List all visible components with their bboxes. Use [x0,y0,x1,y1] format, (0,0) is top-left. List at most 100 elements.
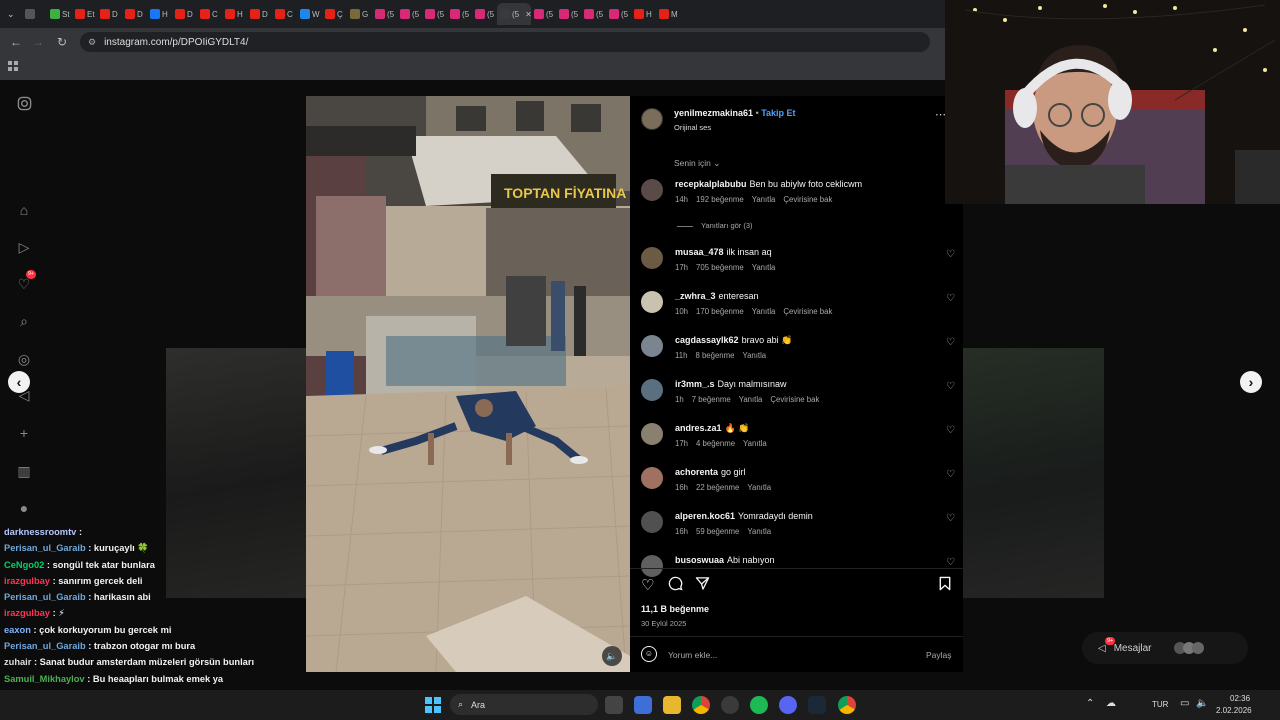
volume-icon[interactable]: 🔈 [1196,698,1208,709]
browser-tab[interactable]: St [47,3,72,25]
reply-button[interactable]: Yanıtla [752,263,776,272]
reply-button[interactable]: Yanıtla [752,307,776,316]
steam-client-icon[interactable] [808,696,826,714]
browser-tab[interactable]: H [631,3,656,25]
save-bookmark-icon[interactable] [938,576,952,596]
browser-tab[interactable]: (5 [372,3,397,25]
commenter-username[interactable]: musaa_478 [675,247,724,257]
comment-sort-dropdown[interactable]: Senin için ⌄ [674,158,720,169]
browser-tab[interactable]: Ç [322,3,347,25]
reply-button[interactable]: Yanıtla [747,527,771,536]
commenter-username[interactable]: _zwhra_3 [675,291,716,301]
file-explorer-icon[interactable] [663,696,681,714]
commenter-username[interactable]: recepkalplabubu [675,179,747,189]
browser-tab[interactable]: (5 ✕ [497,3,531,25]
address-bar[interactable]: ⚙ instagram.com/p/DPOIiGYDLT4/ [80,32,930,52]
reply-button[interactable]: Yanıtla [747,483,771,492]
task-view-icon[interactable] [605,696,623,714]
reply-button[interactable]: Yanıtla [752,195,776,204]
comment-input[interactable]: Yorum ekle... [668,650,717,660]
commenter-username[interactable]: alperen.koc61 [675,511,735,521]
reply-button[interactable]: Yanıtla [743,439,767,448]
discord-icon[interactable] [779,696,797,714]
mute-toggle-icon[interactable]: 🔈 [602,646,622,666]
likes-count[interactable]: 11,1 B beğenme [641,604,709,614]
emoji-icon[interactable]: ☺ [641,646,657,662]
url-text[interactable]: instagram.com/p/DPOIiGYDLT4/ [104,37,248,48]
taskbar-search[interactable]: ⌕ Ara [450,694,598,715]
browser-tab[interactable]: G [347,3,372,25]
comment-likes[interactable]: 7 beğenme [692,395,731,404]
comment-like-heart-icon[interactable]: ♡ [946,249,955,260]
back-arrow-icon[interactable]: ← [4,35,28,49]
browser-tab[interactable]: H [147,3,172,25]
see-translation-button[interactable]: Çevirisine bak [770,395,819,404]
steam-icon[interactable] [721,696,739,714]
notifications-icon[interactable]: ♡ 9+ [16,270,36,292]
see-translation-button[interactable]: Çevirisine bak [783,307,832,316]
browser-tab[interactable]: Et [72,3,97,25]
browser-tab[interactable]: C [272,3,297,25]
audio-label[interactable]: Orijinal ses [674,123,711,132]
comment-likes[interactable]: 59 beğenme [696,527,739,536]
browser-tab[interactable]: D [247,3,272,25]
commenter-username[interactable]: achorenta [675,467,718,477]
previous-post-arrow[interactable]: ‹ [8,371,30,393]
commenter-avatar[interactable] [641,247,663,269]
reply-button[interactable]: Yanıtla [739,395,763,404]
site-info-icon[interactable]: ⚙ [88,37,96,48]
spotify-icon[interactable] [750,696,768,714]
explore-icon[interactable]: ◎ [16,351,32,367]
browser-tab[interactable]: W [297,3,322,25]
comment-likes[interactable]: 192 beğenme [696,195,744,204]
browser-tab[interactable]: C [197,3,222,25]
commenter-username[interactable]: andres.za1 [675,423,722,433]
reload-icon[interactable]: ↻ [50,35,74,49]
tray-chevron-icon[interactable]: ⌃ [1086,698,1094,709]
browser-tab[interactable]: (5 [447,3,472,25]
browser-tab[interactable]: (5 [472,3,497,25]
browser-tab[interactable]: M [656,3,681,25]
start-button[interactable] [425,697,441,713]
author-username[interactable]: yenilmezmakina61 [674,108,753,118]
comment-like-heart-icon[interactable]: ♡ [946,425,955,436]
commenter-avatar[interactable] [641,335,663,357]
commenter-avatar[interactable] [641,467,663,489]
see-translation-button[interactable]: Çevirisine bak [783,195,832,204]
chrome-icon[interactable] [692,696,710,714]
clock-date[interactable]: 2.02.2026 [1216,706,1252,715]
commenter-avatar[interactable] [641,379,663,401]
comment-likes[interactable]: 22 beğenme [696,483,739,492]
reply-button[interactable]: Yanıtla [742,351,766,360]
comment-likes[interactable]: 4 beğenme [696,439,735,448]
like-heart-icon[interactable]: ♡ [641,576,654,594]
post-comment-button[interactable]: Paylaş [926,650,952,660]
comment-like-heart-icon[interactable]: ♡ [946,381,955,392]
comment-like-heart-icon[interactable]: ♡ [946,469,955,480]
browser-tab[interactable]: (5 [397,3,422,25]
network-icon[interactable]: ▭ [1180,698,1189,709]
browser-tab[interactable] [22,3,47,25]
chrome-active-icon[interactable] [838,696,856,714]
follow-button[interactable]: Takip Et [761,108,795,118]
commenter-avatar[interactable] [641,555,663,577]
commenter-avatar[interactable] [641,179,663,201]
share-icon[interactable] [695,576,710,596]
commenter-avatar[interactable] [641,291,663,313]
browser-tab[interactable]: (5 [531,3,556,25]
comment-like-heart-icon[interactable]: ♡ [946,513,955,524]
browser-tab[interactable]: D [172,3,197,25]
browser-tab[interactable]: D [122,3,147,25]
browser-tab[interactable]: (5 [422,3,447,25]
comment-like-heart-icon[interactable]: ♡ [946,557,955,568]
post-video[interactable]: TOPTAN FİYATINA � [306,96,630,672]
comment-likes[interactable]: 8 beğenme [695,351,734,360]
profile-icon[interactable]: ● [16,500,32,516]
view-replies-link[interactable]: Yanıtları gör (3) [677,221,753,230]
browser-tab[interactable]: (5 [581,3,606,25]
author-avatar[interactable] [641,108,663,130]
next-post-arrow[interactable]: › [1240,371,1262,393]
onedrive-icon[interactable]: ☁ [1106,698,1116,709]
commenter-avatar[interactable] [641,511,663,533]
home-icon[interactable]: ⌂ [16,202,32,218]
